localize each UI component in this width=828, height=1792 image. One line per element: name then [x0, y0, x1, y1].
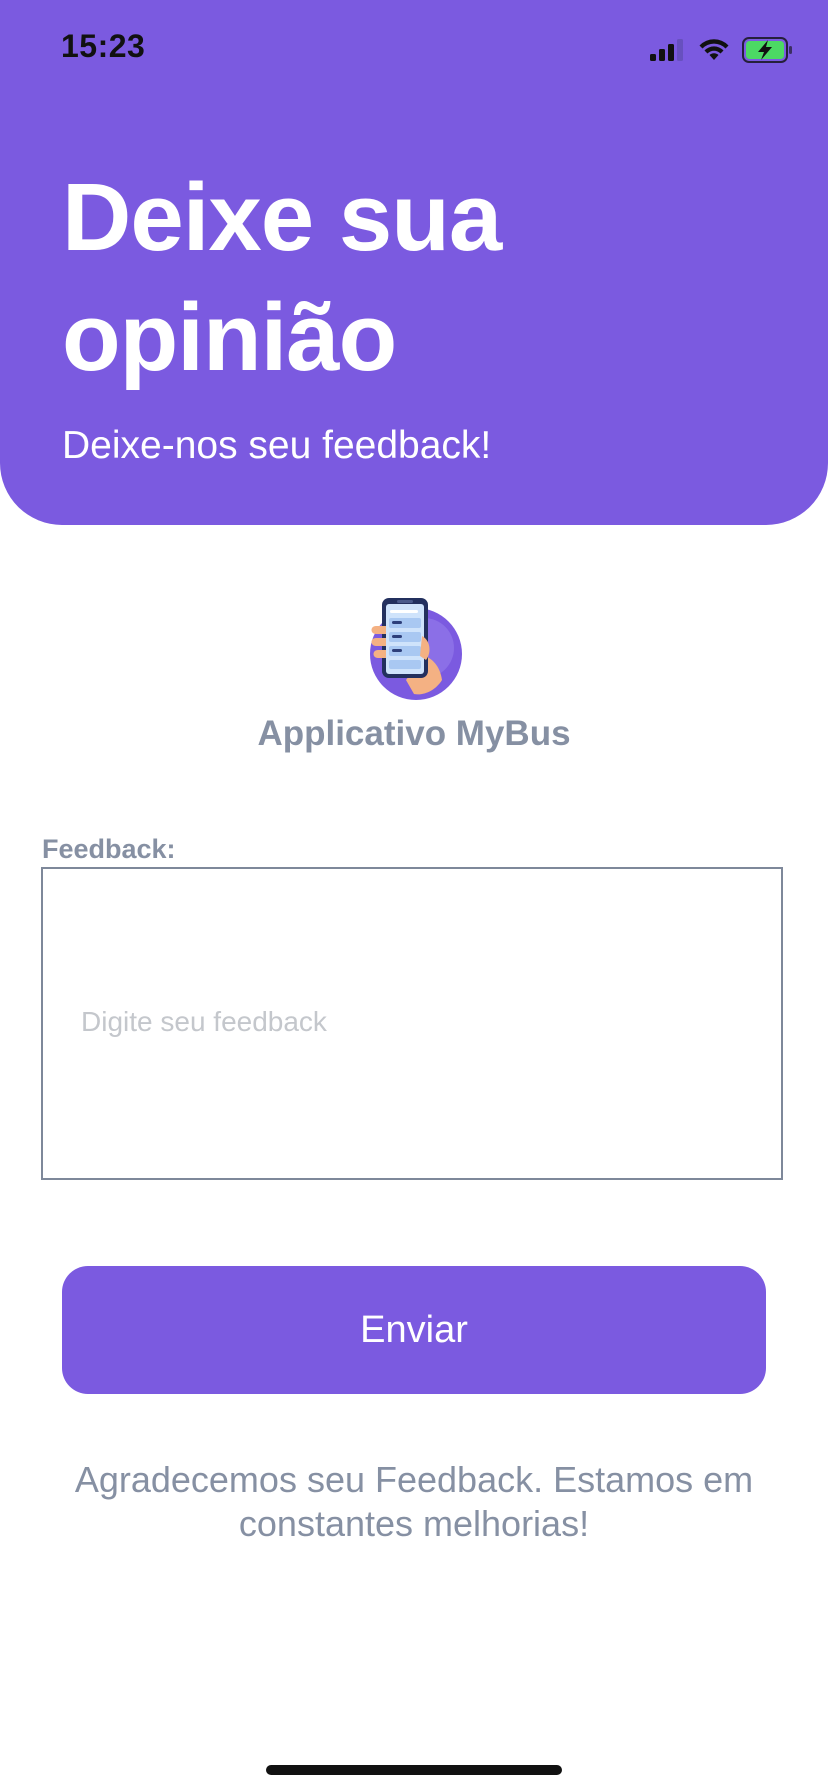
battery-charging-icon [742, 37, 792, 63]
cellular-signal-icon [650, 39, 683, 61]
app-name: Applicativo MyBus [257, 714, 571, 753]
feedback-label: Feedback: [42, 834, 176, 864]
home-indicator[interactable] [266, 1765, 562, 1775]
header-banner: 15:23 Deixe sua opinião Deixe-nos seu fe… [0, 0, 828, 525]
feedback-input[interactable] [81, 869, 741, 1178]
status-bar-time: 15:23 [61, 28, 146, 64]
page-title: Deixe sua opinião [62, 164, 502, 391]
wifi-icon [699, 39, 729, 60]
phone-in-hand-icon [370, 598, 462, 700]
status-bar-icons [650, 34, 794, 66]
thanks-message: Agradecemos seu Feedback. Estamos em con… [74, 1459, 754, 1544]
page-subtitle: Deixe-nos seu feedback! [62, 424, 492, 467]
send-button[interactable]: Enviar [62, 1266, 766, 1394]
feedback-field-container[interactable] [41, 867, 783, 1180]
